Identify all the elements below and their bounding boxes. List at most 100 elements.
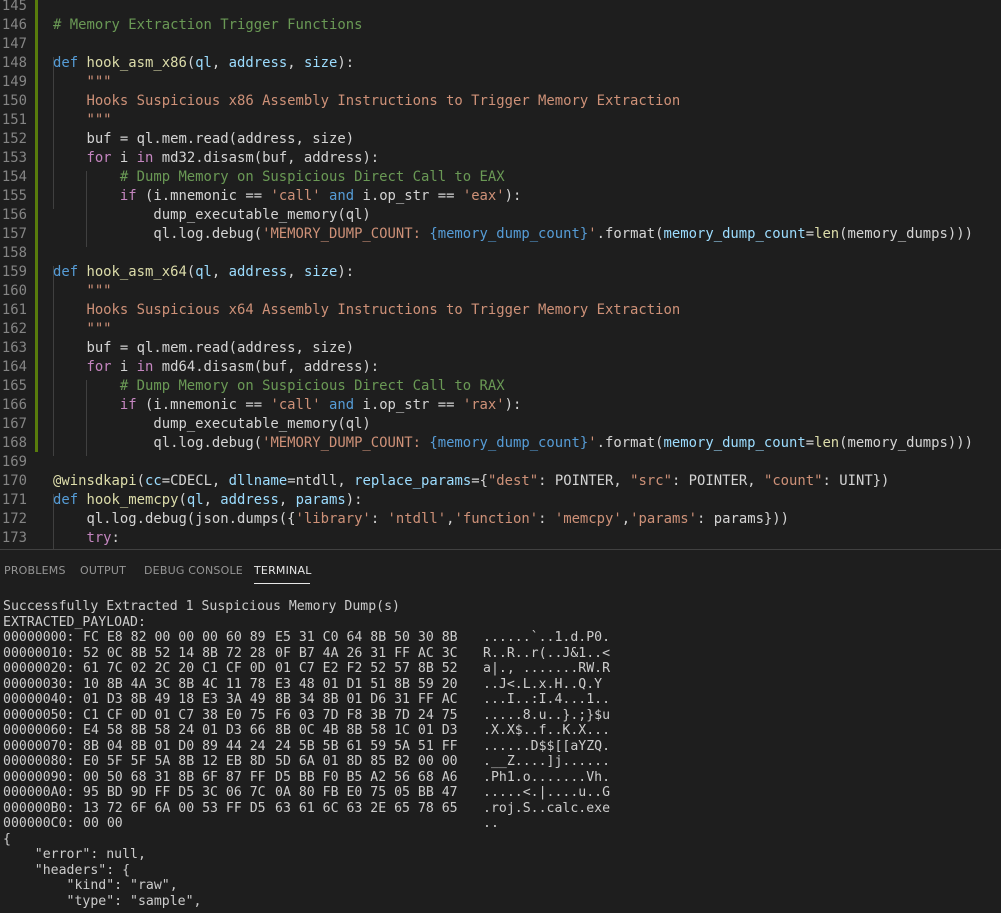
json-output-line: "headers": { xyxy=(3,862,131,878)
line-code: def hook_memcpy(ql, address, params): xyxy=(53,491,363,510)
code-token: , xyxy=(278,492,296,508)
hex-ascii: .....<.|....u..G xyxy=(483,785,611,800)
code-token: buf = ql.mem.read(address, size) xyxy=(53,340,355,356)
code-token: cc xyxy=(145,473,162,489)
hex-bytes-first: E0 5F 5F 5A 8B 12 EB 8D xyxy=(83,754,266,769)
json-output-line: "type": "sample", xyxy=(3,893,202,909)
tab-problems[interactable]: PROBLEMS xyxy=(4,564,66,577)
line-code: dump_executable_memory(ql) xyxy=(53,415,370,434)
hex-offset: 00000090: xyxy=(3,769,75,785)
line-number: 169 xyxy=(1,454,27,470)
code-token: : xyxy=(538,511,555,527)
tab-output[interactable]: OUTPUT xyxy=(80,564,126,577)
code-token: hook_asm_x86 xyxy=(86,55,187,71)
tab-debug-console[interactable]: DEBUG CONSOLE xyxy=(144,564,243,577)
hex-ascii: .....8.u..}.;}$u xyxy=(483,707,611,723)
hex-offset: 00000000: xyxy=(3,630,75,645)
code-token: buf = ql.mem.read(address, size) xyxy=(53,131,355,147)
code-token: 'memcpy' xyxy=(554,511,622,527)
code-token: ql xyxy=(195,264,212,280)
code-line: 157 ql.log.debug('MEMORY_DUMP_COUNT: {me… xyxy=(0,225,1001,244)
code-token: , xyxy=(211,55,229,71)
json-output-line: "kind": "raw", xyxy=(3,878,178,893)
code-token: {memory_dump_count} xyxy=(429,435,589,451)
code-token: # Dump Memory on Suspicious Direct Call … xyxy=(53,169,505,185)
code-token: 'call' xyxy=(270,397,321,413)
code-token: dump_executable_memory(ql) xyxy=(53,207,371,223)
bottom-panel: PROBLEMS OUTPUT DEBUG CONSOLE TERMINAL S… xyxy=(0,549,1001,913)
line-number: 146 xyxy=(1,17,27,33)
hex-row: 00000020: 61 7C 02 2C 20 C1 CF 0D 01 C7 E2… xyxy=(3,661,703,677)
hex-offset: 00000050: xyxy=(3,707,75,723)
hex-offset: 00000010: xyxy=(3,645,75,661)
code-token: 'eax' xyxy=(462,188,505,204)
line-number: 152 xyxy=(1,131,27,147)
code-token: """ xyxy=(53,283,112,299)
hex-bytes-second: 8B 34 8B 01 D6 31 FF AC xyxy=(275,692,458,707)
code-token: i.op_str == xyxy=(354,188,463,204)
hex-offset: 00000060: xyxy=(3,723,75,738)
line-number: 148 xyxy=(1,55,27,71)
line-code: ql.log.debug(json.dumps({'library': 'ntd… xyxy=(53,510,789,529)
line-code: # Dump Memory on Suspicious Direct Call … xyxy=(53,168,505,187)
code-token: 'MEMORY_DUMP_COUNT: xyxy=(262,226,430,242)
hex-ascii: ...I..:I.4...1.. xyxy=(483,692,611,707)
line-code: ql.log.debug('MEMORY_DUMP_COUNT: {memory… xyxy=(53,434,973,453)
tab-terminal[interactable]: TERMINAL xyxy=(254,564,312,577)
line-number: 172 xyxy=(1,511,27,527)
code-token: ql.log.debug( xyxy=(53,435,263,451)
line-code: buf = ql.mem.read(address, size) xyxy=(53,339,354,358)
hex-ascii: .. xyxy=(483,816,499,831)
code-token: ( xyxy=(186,55,196,71)
line-number: 157 xyxy=(1,226,27,242)
code-token: = xyxy=(805,226,815,242)
line-code: for i in md64.disasm(buf, address): xyxy=(53,358,379,377)
hex-offset: 00000070: xyxy=(3,738,75,754)
code-line: 170 @winsdkapi(cc=CDECL, dllname=ntdll, r… xyxy=(0,472,1001,491)
code-line: 168 ql.log.debug('MEMORY_DUMP_COUNT: {me… xyxy=(0,434,1001,453)
line-code: def hook_asm_x64(ql, address, size): xyxy=(53,263,354,282)
code-line: 161 Hooks Suspicious x64 Assembly Instru… xyxy=(0,301,1001,320)
line-number: 145 xyxy=(1,0,27,14)
hex-row: 000000C0: 00 00.. xyxy=(3,816,703,832)
terminal-payload-label: EXTRACTED_PAYLOAD: xyxy=(3,614,146,630)
code-token: : POINTER, xyxy=(538,473,631,489)
code-token: 'params' xyxy=(630,511,698,527)
hex-ascii: a|., .......RW.R xyxy=(483,661,611,676)
code-token: size xyxy=(303,264,338,280)
code-line: 169 xyxy=(0,453,1001,472)
code-token: md64.disasm(buf, address): xyxy=(153,359,380,375)
code-token: i xyxy=(111,359,137,375)
line-number: 166 xyxy=(1,397,27,413)
code-token: "dest" xyxy=(487,473,539,489)
line-number: 171 xyxy=(1,492,27,508)
code-token: len xyxy=(814,226,840,242)
line-number: 162 xyxy=(1,321,27,337)
hex-row: 00000040: 01 D3 8B 49 18 E3 3A 49 8B 34 8B… xyxy=(3,692,703,708)
code-line: 173 try: xyxy=(0,529,1001,548)
code-token: if xyxy=(119,188,137,204)
code-token: """ xyxy=(53,321,112,337)
panel-tabs: PROBLEMS OUTPUT DEBUG CONSOLE TERMINAL xyxy=(0,550,1001,588)
hex-ascii: .roj.S..calc.exe xyxy=(483,800,611,816)
code-line: 159 def hook_asm_x64(ql, address, size): xyxy=(0,263,1001,282)
json-output-line: "error": null, xyxy=(3,847,146,862)
code-line: 172 ql.log.debug(json.dumps({'library': … xyxy=(0,510,1001,529)
code-token: """ xyxy=(53,112,112,128)
code-line: 153 for i in md32.disasm(buf, address): xyxy=(0,149,1001,168)
code-token: "src" xyxy=(630,473,672,489)
hex-bytes-second: E3 48 01 D1 51 8B 59 20 xyxy=(275,676,458,692)
code-editor[interactable]: 145 146 # Memory Extraction Trigger Functi… xyxy=(0,0,1001,549)
line-code: # Dump Memory on Suspicious Direct Call … xyxy=(53,377,505,396)
code-token: 'function' xyxy=(454,511,539,527)
code-token: in xyxy=(136,359,154,375)
code-token: address xyxy=(228,264,288,280)
line-number: 149 xyxy=(1,74,27,90)
hex-bytes-second: 5D 6A 01 8D 85 B2 00 00 xyxy=(275,754,458,769)
hex-bytes-first: 01 D3 8B 49 18 E3 3A 49 xyxy=(83,692,266,707)
line-code: Hooks Suspicious x86 Assembly Instructio… xyxy=(53,92,680,111)
line-code: if (i.mnemonic == 'call' and i.op_str ==… xyxy=(53,396,521,415)
line-code: if (i.mnemonic == 'call' and i.op_str ==… xyxy=(53,187,521,206)
